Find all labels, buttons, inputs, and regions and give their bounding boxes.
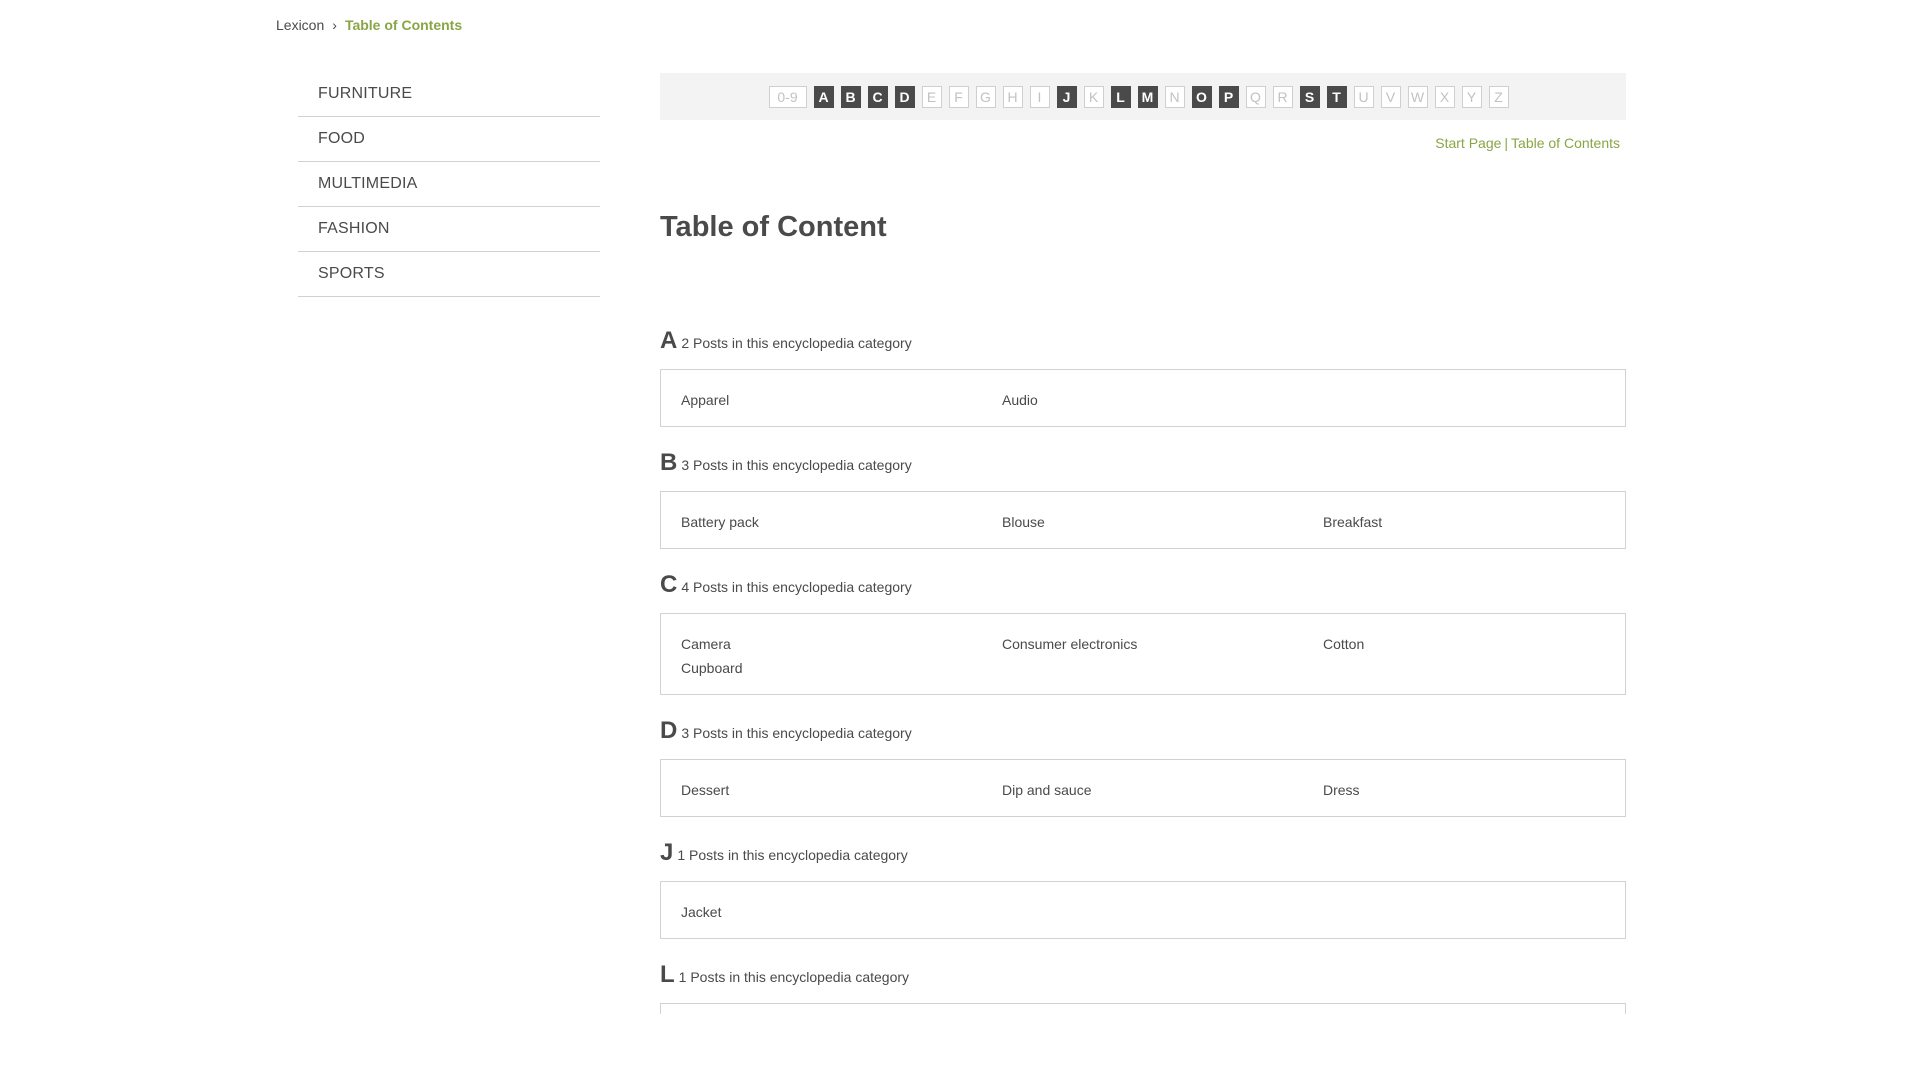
letter-z: Z xyxy=(1488,85,1509,108)
section-entries-box: Dessert Dip and sauce Dress xyxy=(660,759,1626,817)
letter-w: W xyxy=(1407,85,1428,108)
sidebar: FURNITURE FOOD MULTIMEDIA FASHION SPORTS xyxy=(298,72,600,297)
link-separator: | xyxy=(1504,135,1509,151)
entry-link[interactable]: Dress xyxy=(1323,782,1623,798)
letter-r: R xyxy=(1272,85,1293,108)
entry-link[interactable]: Consumer electronics xyxy=(1002,636,1323,652)
section-letter: A xyxy=(660,327,678,354)
section-letter: L xyxy=(660,961,675,988)
section-a: A2 Posts in this encyclopedia category Ap… xyxy=(660,327,1626,427)
section-post-count: 2 Posts in this encyclopedia category xyxy=(681,335,912,351)
entry-link[interactable]: Dip and sauce xyxy=(1002,782,1323,798)
section-post-count: 1 Posts in this encyclopedia category xyxy=(678,969,910,985)
section-header: D3 Posts in this encyclopedia category xyxy=(660,717,1626,745)
breadcrumb-lexicon-link[interactable]: Lexicon xyxy=(276,17,324,33)
letter-s[interactable]: S xyxy=(1299,85,1320,108)
section-post-count: 1 Posts in this encyclopedia category xyxy=(677,847,908,863)
section-d: D3 Posts in this encyclopedia category De… xyxy=(660,717,1626,817)
sidebar-item-food[interactable]: FOOD xyxy=(298,117,600,162)
letter-h: H xyxy=(1002,85,1023,108)
section-entries-box: Apparel Audio xyxy=(660,369,1626,427)
table-of-contents-link[interactable]: Table of Contents xyxy=(1511,135,1620,151)
section-header: B3 Posts in this encyclopedia category xyxy=(660,449,1626,477)
alphabet-list: 0-9 A B C D E F G H I J K L M N O P Q R S T U V W X Y Z xyxy=(768,85,1514,108)
letter-d[interactable]: D xyxy=(894,85,915,108)
entry-link[interactable]: Camera xyxy=(681,636,1002,652)
entry-link[interactable]: Cupboard xyxy=(681,660,1002,676)
letter-x: X xyxy=(1434,85,1455,108)
letter-l[interactable]: L xyxy=(1110,85,1131,108)
section-entries-box xyxy=(660,1003,1626,1014)
section-header: A2 Posts in this encyclopedia category xyxy=(660,327,1626,355)
breadcrumb-current: Table of Contents xyxy=(344,17,463,33)
section-header: J1 Posts in this encyclopedia category xyxy=(660,839,1626,867)
letter-m[interactable]: M xyxy=(1137,85,1158,108)
letter-b[interactable]: B xyxy=(840,85,861,108)
letter-p[interactable]: P xyxy=(1218,85,1239,108)
entry-link[interactable]: Cotton xyxy=(1323,636,1623,652)
section-entries-box: Battery pack Blouse Breakfast xyxy=(660,491,1626,549)
sidebar-item-sports[interactable]: SPORTS xyxy=(298,252,600,297)
section-header: L1 Posts in this encyclopedia category xyxy=(660,961,1626,989)
letter-v: V xyxy=(1380,85,1401,108)
letter-q: Q xyxy=(1245,85,1266,108)
alphabet-navigation: 0-9 A B C D E F G H I J K L M N O P Q R S T U V W X Y Z xyxy=(660,73,1626,120)
letter-i: I xyxy=(1029,85,1050,108)
sidebar-item-furniture[interactable]: FURNITURE xyxy=(298,72,600,117)
letter-u: U xyxy=(1353,85,1374,108)
entry-link[interactable]: Blouse xyxy=(1002,514,1323,530)
section-c: C4 Posts in this encyclopedia category Ca… xyxy=(660,571,1626,695)
section-b: B3 Posts in this encyclopedia category Ba… xyxy=(660,449,1626,549)
breadcrumb: Lexicon › Table of Contents xyxy=(276,17,462,33)
letter-c[interactable]: C xyxy=(867,85,888,108)
section-letter: D xyxy=(660,717,678,744)
sections-list: A2 Posts in this encyclopedia category Ap… xyxy=(660,327,1626,1036)
section-letter: C xyxy=(660,571,678,598)
sidebar-item-fashion[interactable]: FASHION xyxy=(298,207,600,252)
letter-g: G xyxy=(975,85,996,108)
entry-link[interactable]: Jacket xyxy=(681,904,1002,920)
letter-e: E xyxy=(921,85,942,108)
letter-j[interactable]: J xyxy=(1056,85,1077,108)
letter-n: N xyxy=(1164,85,1185,108)
chevron-right-icon: › xyxy=(332,17,337,33)
entry-link[interactable]: Dessert xyxy=(681,782,1002,798)
entry-link[interactable]: Breakfast xyxy=(1323,514,1623,530)
letter-0-9: 0-9 xyxy=(768,85,807,108)
section-post-count: 3 Posts in this encyclopedia category xyxy=(681,457,912,473)
page-title: Table of Content xyxy=(660,211,887,243)
entry-link[interactable]: Apparel xyxy=(681,392,1002,408)
section-j: J1 Posts in this encyclopedia category Ja… xyxy=(660,839,1626,939)
letter-o[interactable]: O xyxy=(1191,85,1212,108)
main-content: 0-9 A B C D E F G H I J K L M N O P Q R S T U V W X Y Z Start Page… xyxy=(660,73,1626,1014)
entry-link[interactable]: Audio xyxy=(1002,392,1323,408)
letter-f: F xyxy=(948,85,969,108)
section-post-count: 3 Posts in this encyclopedia category xyxy=(681,725,912,741)
section-letter: J xyxy=(660,839,674,866)
section-l: L1 Posts in this encyclopedia category xyxy=(660,961,1626,1014)
start-page-link[interactable]: Start Page xyxy=(1435,135,1501,151)
section-letter: B xyxy=(660,449,678,476)
letter-a[interactable]: A xyxy=(813,85,834,108)
sidebar-item-multimedia[interactable]: MULTIMEDIA xyxy=(298,162,600,207)
letter-y: Y xyxy=(1461,85,1482,108)
section-post-count: 4 Posts in this encyclopedia category xyxy=(681,579,912,595)
top-links: Start Page | Table of Contents xyxy=(660,135,1626,151)
section-entries-box: Jacket xyxy=(660,881,1626,939)
letter-k: K xyxy=(1083,85,1104,108)
section-entries-box: Camera Consumer electronics Cotton Cupboard xyxy=(660,613,1626,695)
entry-link[interactable]: Battery pack xyxy=(681,514,1002,530)
letter-t[interactable]: T xyxy=(1326,85,1347,108)
section-header: C4 Posts in this encyclopedia category xyxy=(660,571,1626,599)
